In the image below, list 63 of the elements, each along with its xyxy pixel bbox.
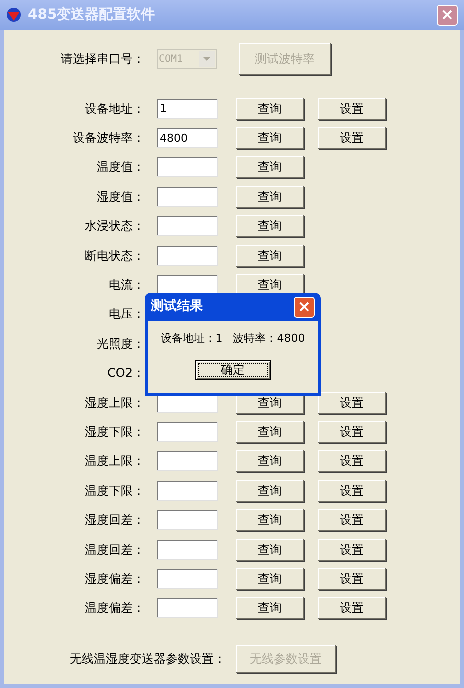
field-label: 设备地址： xyxy=(84,100,146,118)
set-button[interactable]: 设置 xyxy=(318,480,386,502)
query-button[interactable]: 查询 xyxy=(236,156,304,178)
set-button[interactable]: 设置 xyxy=(318,538,386,561)
value-field[interactable]: 4800 xyxy=(157,128,218,148)
wireless-label: 无线温湿度变送器参数设置： xyxy=(69,651,226,668)
field-label: 温度偏差： xyxy=(84,600,146,618)
set-button[interactable]: 设置 xyxy=(318,392,386,414)
value-field[interactable] xyxy=(157,510,218,530)
set-button[interactable]: 设置 xyxy=(318,450,386,472)
set-button[interactable]: 设置 xyxy=(318,420,386,443)
field-label: 湿度偏差： xyxy=(84,570,146,588)
ok-button[interactable]: 确定 xyxy=(195,360,271,380)
value-field[interactable] xyxy=(157,216,218,236)
port-label: 请选择串口号： xyxy=(60,51,146,68)
result-message: 设备地址：1 波特率：4800 xyxy=(160,331,306,347)
query-button[interactable]: 查询 xyxy=(236,538,304,561)
query-button[interactable]: 查询 xyxy=(236,509,304,532)
field-label: CO2： xyxy=(106,365,146,382)
set-button[interactable]: 设置 xyxy=(318,127,386,150)
field-label: 湿度上限： xyxy=(84,394,146,412)
query-button[interactable]: 查询 xyxy=(236,480,304,502)
query-button[interactable]: 查询 xyxy=(236,98,304,120)
field-label: 湿度下限： xyxy=(84,424,146,441)
value-field[interactable] xyxy=(157,568,218,589)
value-field[interactable] xyxy=(157,598,218,618)
value-field[interactable] xyxy=(157,186,218,207)
query-button[interactable]: 查询 xyxy=(236,244,304,267)
set-button[interactable]: 设置 xyxy=(318,509,386,532)
field-label: 光照度： xyxy=(96,336,146,353)
field-label: 温度下限： xyxy=(84,482,146,500)
query-button[interactable]: 查询 xyxy=(236,568,304,590)
field-label: 湿度回差： xyxy=(84,512,146,530)
query-button[interactable]: 查询 xyxy=(236,215,304,238)
value-field[interactable] xyxy=(157,540,218,560)
field-label: 电压： xyxy=(108,306,146,324)
field-label: 温度回差： xyxy=(84,542,146,559)
query-button[interactable]: 查询 xyxy=(236,450,304,472)
app-icon xyxy=(6,7,22,23)
field-label: 设备波特率： xyxy=(72,130,146,148)
field-label: 电流： xyxy=(108,277,146,294)
value-field[interactable] xyxy=(157,451,218,472)
field-label: 温度值： xyxy=(96,159,146,176)
query-button[interactable]: 查询 xyxy=(236,186,304,208)
query-button[interactable]: 查询 xyxy=(236,597,304,620)
value-field[interactable] xyxy=(157,480,218,501)
dialog-title: 测试结果 xyxy=(151,298,203,316)
value-field[interactable] xyxy=(157,246,218,266)
set-button[interactable]: 设置 xyxy=(318,568,386,590)
query-button[interactable]: 查询 xyxy=(236,127,304,150)
close-button[interactable]: × xyxy=(294,296,315,318)
value-field[interactable]: 1 xyxy=(157,98,218,119)
window-title: 485变送器配置软件 xyxy=(28,6,156,24)
field-label: 湿度值： xyxy=(96,188,146,206)
field-label: 温度上限： xyxy=(84,453,146,470)
field-label: 断电状态： xyxy=(84,248,146,265)
field-label: 水浸状态： xyxy=(84,218,146,236)
value-field[interactable] xyxy=(157,275,218,296)
set-button[interactable]: 设置 xyxy=(318,98,386,120)
value-field[interactable] xyxy=(157,157,218,178)
value-field[interactable] xyxy=(157,422,218,442)
set-button[interactable]: 设置 xyxy=(318,597,386,620)
query-button[interactable]: 查询 xyxy=(236,420,304,443)
